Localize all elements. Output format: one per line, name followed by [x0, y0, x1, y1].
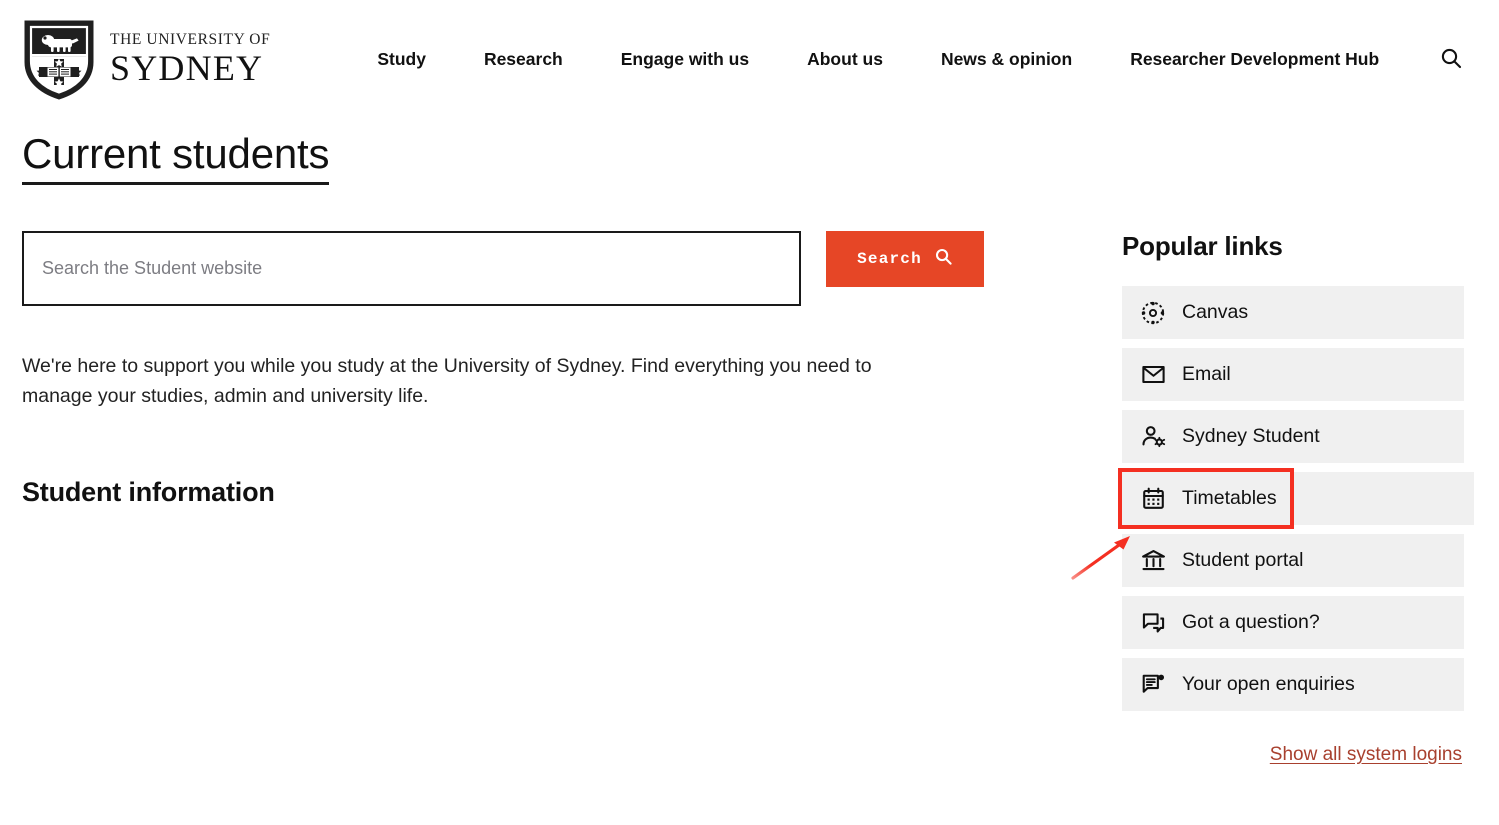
search-submit-label: Search: [857, 250, 922, 268]
popular-link-your-open-enquiries[interactable]: Your open enquiries: [1122, 658, 1464, 711]
show-all-container: Show all system logins: [1122, 744, 1464, 766]
intro-paragraph: We're here to support you while you stud…: [22, 355, 872, 407]
student-information-heading: Student information: [22, 477, 275, 507]
main-content: Search We're here to support you while y…: [0, 231, 1499, 766]
popular-links-title: Popular links: [1122, 231, 1283, 261]
popular-link-canvas[interactable]: Canvas: [1122, 286, 1464, 339]
wordmark-line-1: THE UNIVERSITY OF: [110, 30, 271, 48]
search-icon: [934, 247, 953, 271]
popular-link-got-a-question[interactable]: Got a question?: [1122, 596, 1464, 649]
popular-link-sydney-student[interactable]: Sydney Student: [1122, 410, 1464, 463]
nav-item-news-opinion[interactable]: News & opinion: [912, 41, 1101, 78]
document-chat-badge-icon: [1140, 672, 1166, 698]
canvas-logo-icon: [1140, 300, 1166, 326]
usyd-shield-crest-icon: [22, 18, 96, 100]
bank-columns-icon: [1140, 548, 1166, 574]
popular-link-label: Your open enquiries: [1182, 673, 1355, 695]
search-input[interactable]: [22, 231, 801, 306]
nav-item-research[interactable]: Research: [455, 41, 592, 78]
usyd-logo-link[interactable]: THE UNIVERSITY OF SYDNEY: [22, 18, 270, 100]
popular-links-panel: Popular links Canvas Email Sydney Studen…: [1112, 231, 1474, 766]
person-gear-icon: [1140, 424, 1166, 450]
nav-item-study[interactable]: Study: [348, 41, 455, 78]
calendar-icon: [1140, 486, 1166, 512]
popular-link-label: Canvas: [1182, 301, 1249, 323]
chat-bubbles-icon: [1140, 610, 1166, 636]
wordmark-line-2: SYDNEY: [110, 48, 264, 89]
popular-link-timetables[interactable]: Timetables: [1118, 468, 1474, 529]
nav-item-researcher-development-hub[interactable]: Researcher Development Hub: [1101, 41, 1408, 78]
primary-column: Search We're here to support you while y…: [22, 231, 1112, 508]
page-title: Current students: [22, 130, 329, 185]
search-submit-button[interactable]: Search: [826, 231, 984, 287]
popular-link-email[interactable]: Email: [1122, 348, 1464, 401]
page-title-container: Current students: [0, 118, 1499, 185]
search-icon: [1439, 46, 1463, 73]
site-search-form: Search: [22, 231, 1112, 306]
site-header: THE UNIVERSITY OF SYDNEY Study Research …: [0, 0, 1499, 118]
envelope-icon: [1140, 362, 1166, 388]
popular-link-label: Email: [1182, 363, 1231, 385]
nav-item-engage-with-us[interactable]: Engage with us: [592, 41, 778, 78]
popular-link-label: Timetables: [1182, 487, 1277, 509]
header-search-toggle-button[interactable]: [1433, 40, 1469, 79]
usyd-wordmark: THE UNIVERSITY OF SYDNEY: [110, 32, 270, 87]
popular-link-label: Got a question?: [1182, 611, 1320, 633]
popular-links-list: Canvas Email Sydney Student Timetables S…: [1118, 286, 1474, 711]
popular-link-label: Sydney Student: [1182, 425, 1320, 447]
main-navigation: Study Research Engage with us About us N…: [348, 41, 1433, 78]
show-all-system-logins-link[interactable]: Show all system logins: [1270, 744, 1462, 765]
popular-link-label: Student portal: [1182, 549, 1304, 571]
popular-link-student-portal[interactable]: Student portal: [1122, 534, 1464, 587]
nav-item-about-us[interactable]: About us: [778, 41, 912, 78]
